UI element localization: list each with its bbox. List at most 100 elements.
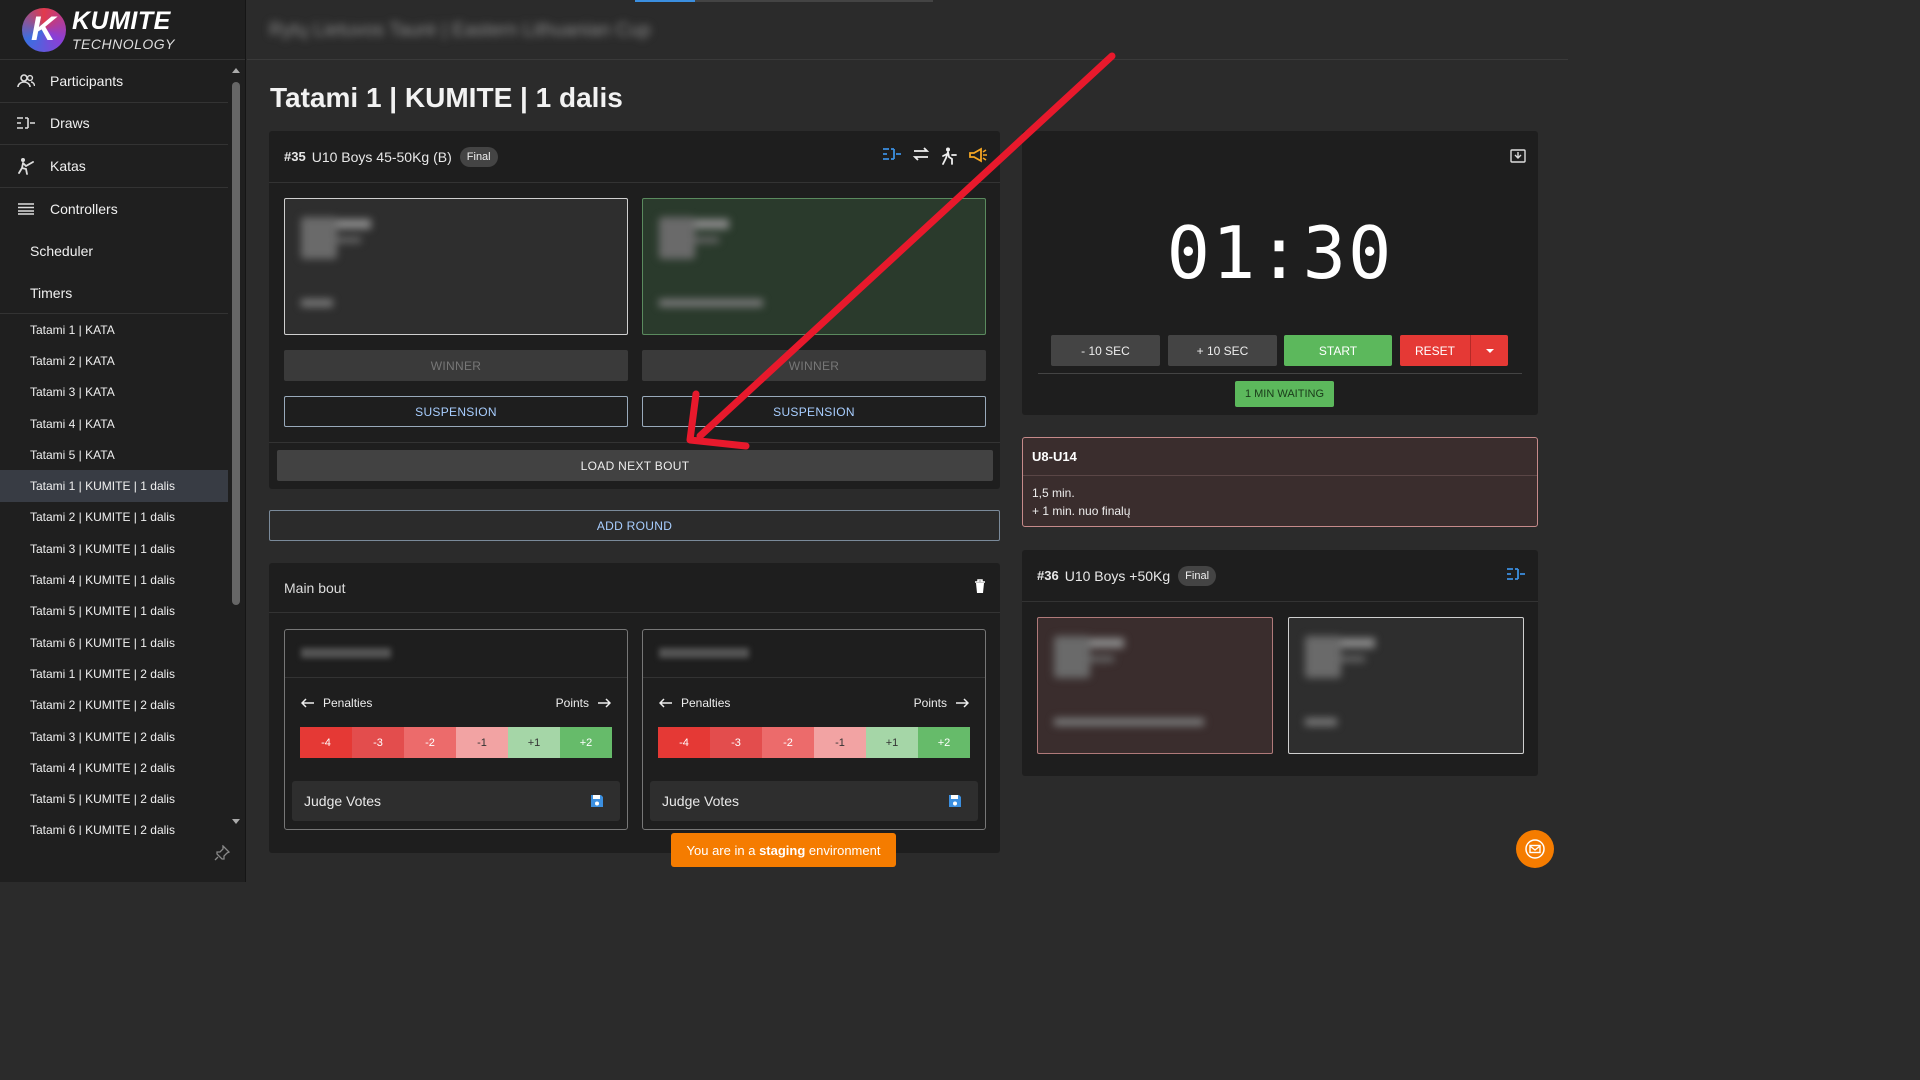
next-fighter-aka-box[interactable] [1037,617,1273,754]
announce-icon[interactable] [968,147,988,168]
sidebar-item-katas[interactable]: Katas [0,145,228,188]
score-button[interactable]: +1 [866,727,918,758]
sidebar-timer-item[interactable]: Tatami 5 | KUMITE | 2 dalis [0,783,228,814]
score-button[interactable]: -3 [710,727,762,758]
loading-indicator [635,0,933,2]
sidebar-timer-item[interactable]: Tatami 4 | KUMITE | 2 dalis [0,752,228,783]
suspension-aka-button[interactable]: SUSPENSION [284,396,628,427]
sidebar-timer-item[interactable]: Tatami 2 | KATA [0,345,228,376]
sidebar-timer-item[interactable]: Tatami 3 | KUMITE | 1 dalis [0,533,228,564]
penalties-link[interactable]: Penalties [301,696,372,710]
info-line-2: + 1 min. nuo finalų [1032,504,1131,518]
score-button[interactable]: -4 [300,727,352,758]
score-button[interactable]: -4 [658,727,710,758]
judge-votes-label: Judge Votes [662,793,740,809]
sidebar-timer-item[interactable]: Tatami 6 | KUMITE | 2 dalis [0,815,228,835]
sidebar-item-label: Controllers [50,200,118,217]
penalties-label: Penalties [323,696,373,710]
minus-10-sec-button[interactable]: - 10 SEC [1051,335,1160,366]
sidebar-timer-item[interactable]: Tatami 6 | KUMITE | 1 dalis [0,627,228,658]
add-round-button[interactable]: ADD ROUND [269,510,1000,541]
save-icon[interactable] [948,794,962,811]
judge-votes-bar[interactable]: Judge Votes [292,781,620,821]
score-button[interactable]: -1 [814,727,866,758]
score-button[interactable]: +2 [918,727,970,758]
kick-icon [16,157,36,175]
arrow-right-icon [956,698,969,708]
draw-bracket-icon[interactable] [882,147,902,168]
scroll-down-icon[interactable] [232,819,240,824]
timer-display: 01:30 [1166,211,1394,295]
sidebar-timer-item[interactable]: Tatami 2 | KUMITE | 1 dalis [0,502,228,533]
info-title: U8-U14 [1023,438,1537,476]
score-panel-aka: Penalties Points -4 -3 -2 -1 +1 +2 Judge Vote… [284,629,628,830]
category-info-card: U8-U14 1,5 min. + 1 min. nuo finalų [1022,437,1538,527]
sidebar-timer-item[interactable]: Tatami 3 | KATA [0,377,228,408]
sidebar-item-label: Draws [50,115,90,132]
download-icon[interactable] [1510,149,1526,168]
sidebar-timer-item[interactable]: Tatami 1 | KATA [0,314,228,345]
score-button[interactable]: -2 [762,727,814,758]
bout-header: #35 U10 Boys 45-50Kg (B) Final [269,131,1000,183]
logo-mark-icon [22,7,66,52]
sidebar-scrollbar[interactable] [230,64,242,826]
score-fighter-name [643,630,985,678]
swap-icon[interactable] [912,147,930,168]
app-root: KUMITE TECHNOLOGY Participants Draws [0,0,1568,882]
suspension-ao-button[interactable]: SUSPENSION [642,396,986,427]
score-button[interactable]: -3 [352,727,404,758]
trash-icon[interactable] [974,579,986,598]
reset-dropdown-icon[interactable] [1470,335,1508,366]
sidebar-timer-item[interactable]: Tatami 4 | KATA [0,408,228,439]
scroll-up-icon[interactable] [232,68,240,73]
sidebar-timer-item[interactable]: Tatami 5 | KATA [0,439,228,470]
winner-ao-button[interactable]: WINNER [642,350,986,381]
one-min-waiting-button[interactable]: 1 MIN WAITING [1235,381,1334,407]
sidebar-item-label: Participants [50,72,124,89]
winner-aka-button[interactable]: WINNER [284,350,628,381]
next-fighter-ao-box[interactable] [1288,617,1524,754]
penalties-link[interactable]: Penalties [659,696,730,710]
start-button[interactable]: START [1284,335,1392,366]
reset-button[interactable]: RESET [1400,335,1508,366]
sidebar-timer-item[interactable]: Tatami 5 | KUMITE | 1 dalis [0,596,228,627]
sidebar-timer-item[interactable]: Tatami 1 | KUMITE | 1 dalis [0,470,228,502]
sidebar-item-timers[interactable]: Timers [0,272,228,314]
score-buttons: -4 -3 -2 -1 +1 +2 [300,727,612,758]
load-next-bout-button[interactable]: LOAD NEXT BOUT [277,450,993,481]
sidebar-timer-item[interactable]: Tatami 4 | KUMITE | 1 dalis [0,564,228,595]
score-button[interactable]: +2 [560,727,612,758]
sidebar-nav: Participants Draws Katas Controllers Sch… [0,60,228,835]
next-stage-badge: Final [1178,565,1217,586]
score-button[interactable]: +1 [508,727,560,758]
staging-prefix: You are in a [686,842,760,858]
save-icon[interactable] [590,794,604,811]
points-label: Points [913,696,947,710]
sidebar-timer-item[interactable]: Tatami 2 | KUMITE | 2 dalis [0,690,228,721]
points-link[interactable]: Points [914,696,969,710]
fighter-ao-box[interactable] [642,198,986,335]
mail-icon[interactable] [1516,830,1554,868]
sidebar-timer-item[interactable]: Tatami 1 | KUMITE | 2 dalis [0,658,228,689]
judge-votes-bar[interactable]: Judge Votes [650,781,978,821]
logo[interactable]: KUMITE TECHNOLOGY [0,0,245,60]
sidebar-item-participants[interactable]: Participants [0,60,228,103]
sidebar-timer-item[interactable]: Tatami 3 | KUMITE | 2 dalis [0,721,228,752]
scrollbar-thumb[interactable] [232,82,240,605]
sidebar-item-scheduler[interactable]: Scheduler [0,230,228,272]
sidebar-item-draws[interactable]: Draws [0,103,228,145]
points-link[interactable]: Points [556,696,611,710]
walk-icon[interactable] [940,147,958,168]
stage-badge: Final [459,146,498,167]
next-bout-header: #36 U10 Boys +50Kg Final [1022,550,1538,602]
arrow-right-icon [598,698,611,708]
plus-10-sec-button[interactable]: + 10 SEC [1168,335,1277,366]
score-button[interactable]: -2 [404,727,456,758]
fighter-aka-box[interactable] [284,198,628,335]
pin-icon[interactable] [214,844,231,866]
score-button[interactable]: -1 [456,727,508,758]
bracket-icon [16,116,36,130]
timer-list: Tatami 1 | KATA Tatami 2 | KATA Tatami 3 |… [0,314,228,835]
draw-bracket-icon[interactable] [1506,567,1526,584]
sidebar-item-controllers[interactable]: Controllers [0,188,228,231]
